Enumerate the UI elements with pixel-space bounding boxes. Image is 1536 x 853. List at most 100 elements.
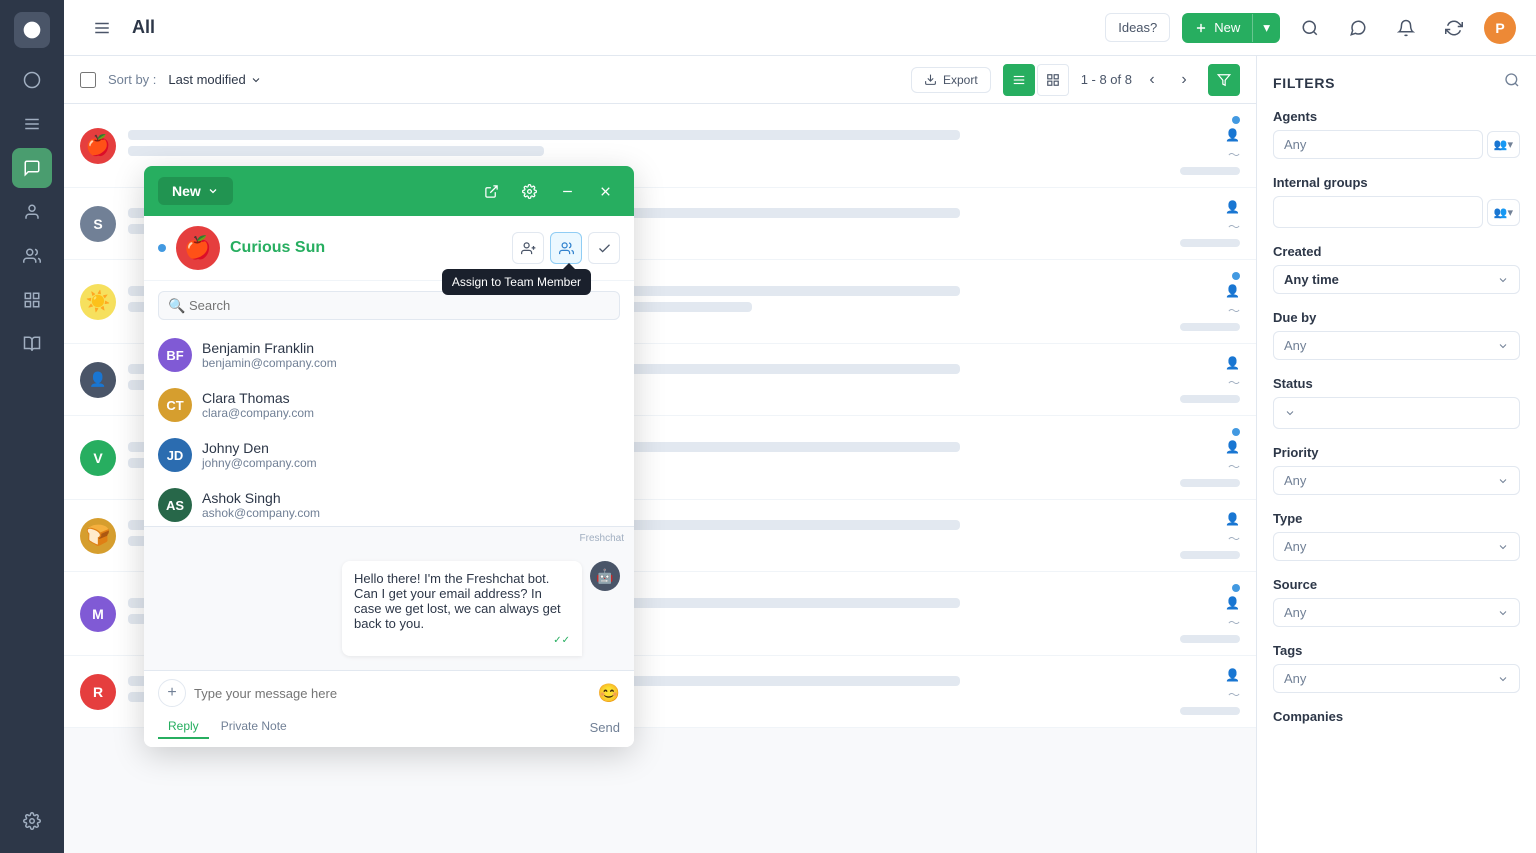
due-by-label: Due by — [1273, 310, 1520, 325]
message-input[interactable] — [194, 686, 590, 701]
person-icon: 👤 — [1225, 128, 1240, 142]
private-note-tab[interactable]: Private Note — [211, 715, 297, 739]
feedback-icon-btn[interactable] — [1340, 10, 1376, 46]
page-title: All — [132, 17, 1093, 38]
search-input[interactable] — [158, 291, 620, 320]
meta-skeleton — [1180, 239, 1240, 247]
sidebar-item-contacts[interactable] — [12, 192, 52, 232]
member-info: Johny Den johny@company.com — [202, 440, 317, 470]
next-page-btn[interactable]: › — [1172, 68, 1196, 92]
bot-avatar: 🤖 — [590, 561, 620, 591]
tags-select[interactable]: Any — [1273, 664, 1520, 693]
agents-extra-btn[interactable]: 👥▾ — [1487, 131, 1520, 158]
popup-header: New — [144, 166, 634, 216]
view-toggle — [1003, 64, 1069, 96]
member-email: johny@company.com — [202, 456, 317, 470]
conversation-list: Sort by : Last modified Export — [64, 56, 1256, 853]
internal-groups-label: Internal groups — [1273, 175, 1520, 190]
status-label: New — [172, 183, 201, 199]
person-icon: 👤 — [1225, 512, 1240, 526]
list-item[interactable]: CT Clara Thomas clara@company.com — [144, 380, 634, 430]
member-email: ashok@company.com — [202, 506, 320, 520]
ideas-button[interactable]: Ideas? — [1105, 13, 1170, 42]
internal-groups-select[interactable] — [1273, 196, 1483, 228]
member-avatar: BF — [158, 338, 192, 372]
list-item[interactable]: AS Ashok Singh ashok@company.com — [144, 480, 634, 526]
due-by-select[interactable]: Any — [1273, 331, 1520, 360]
status-button[interactable]: New — [158, 177, 233, 205]
member-info: Clara Thomas clara@company.com — [202, 390, 314, 420]
conv-meta: 👤 〜 — [1180, 584, 1240, 643]
sidebar-item-conversations[interactable] — [12, 148, 52, 188]
conversation-popup: New — [144, 166, 634, 747]
member-info: Benjamin Franklin benjamin@company.com — [202, 340, 337, 370]
select-all-checkbox[interactable] — [80, 72, 96, 88]
agents-select[interactable]: Any — [1273, 130, 1483, 159]
send-button[interactable]: Send — [590, 720, 620, 735]
filter-type: Type Any — [1273, 511, 1520, 561]
notifications-icon-btn[interactable] — [1388, 10, 1424, 46]
groups-extra-btn[interactable]: 👥▾ — [1487, 199, 1520, 226]
reply-tabs: Reply Private Note Send — [158, 715, 620, 739]
filter-panel-btn[interactable] — [1208, 64, 1240, 96]
conv-meta: 👤 〜 — [1180, 200, 1240, 247]
unread-dot — [1232, 428, 1240, 436]
filters-header: FILTERS — [1273, 72, 1520, 93]
sidebar-item-teams[interactable] — [12, 236, 52, 276]
refresh-icon-btn[interactable] — [1436, 10, 1472, 46]
list-item[interactable]: BF Benjamin Franklin benjamin@company.co… — [144, 330, 634, 380]
avatar: 👤 — [80, 362, 116, 398]
activity-icon: 〜 — [1228, 374, 1240, 391]
meta-skeleton — [1180, 323, 1240, 331]
meta-skeleton — [1180, 707, 1240, 715]
filter-search-btn[interactable] — [1504, 72, 1520, 93]
sidebar-item-settings[interactable] — [12, 801, 52, 841]
export-button[interactable]: Export — [911, 67, 991, 93]
minimize-icon[interactable] — [552, 176, 582, 206]
attach-button[interactable]: + — [158, 679, 186, 707]
list-item[interactable]: JD Johny Den johny@company.com — [144, 430, 634, 480]
reply-tab[interactable]: Reply — [158, 715, 209, 739]
confirm-assign-btn[interactable] — [588, 232, 620, 264]
created-select[interactable]: Any time — [1273, 265, 1520, 294]
sidebar-item-knowledge[interactable] — [12, 324, 52, 364]
bot-message: Hello there! I'm the Freshchat bot. Can … — [158, 561, 620, 656]
new-button[interactable]: New — [1182, 13, 1252, 42]
prev-page-btn[interactable]: ‹ — [1140, 68, 1164, 92]
priority-label: Priority — [1273, 445, 1520, 460]
close-icon[interactable] — [590, 176, 620, 206]
sidebar-item-home[interactable] — [12, 60, 52, 100]
priority-select[interactable]: Any — [1273, 466, 1520, 495]
member-name: Benjamin Franklin — [202, 340, 337, 356]
user-avatar[interactable]: P — [1484, 12, 1516, 44]
settings-icon[interactable] — [514, 176, 544, 206]
external-link-icon[interactable] — [476, 176, 506, 206]
sidebar-item-menu[interactable] — [12, 104, 52, 144]
person-icon: 👤 — [1225, 668, 1240, 682]
status-select[interactable] — [1273, 397, 1520, 429]
new-button-dropdown[interactable]: ▾ — [1253, 13, 1280, 43]
person-icon: 👤 — [1225, 200, 1240, 214]
contact-header: 🍎 Curious Sun Assign to Team Member — [144, 216, 634, 281]
person-icon: 👤 — [1225, 356, 1240, 370]
main-area: All Ideas? New ▾ P — [64, 0, 1536, 853]
emoji-button[interactable]: 😊 — [598, 683, 620, 704]
list-view-btn[interactable] — [1003, 64, 1035, 96]
search-icon-btn[interactable] — [1292, 10, 1328, 46]
type-select[interactable]: Any — [1273, 532, 1520, 561]
sidebar-item-reports[interactable] — [12, 280, 52, 320]
avatar: 🍞 — [80, 518, 116, 554]
list-header: Sort by : Last modified Export — [64, 56, 1256, 104]
assign-team-btn[interactable]: Assign to Team Member — [550, 232, 582, 264]
member-name: Clara Thomas — [202, 390, 314, 406]
sort-value[interactable]: Last modified — [168, 72, 261, 87]
source-select[interactable]: Any — [1273, 598, 1520, 627]
avatar: ☀️ — [80, 284, 116, 320]
sidebar — [0, 0, 64, 853]
grid-view-btn[interactable] — [1037, 64, 1069, 96]
assign-agent-btn[interactable] — [512, 232, 544, 264]
filter-due-by: Due by Any — [1273, 310, 1520, 360]
meta-skeleton — [1180, 395, 1240, 403]
sidebar-logo[interactable] — [14, 12, 50, 48]
hamburger-icon[interactable] — [84, 10, 120, 46]
